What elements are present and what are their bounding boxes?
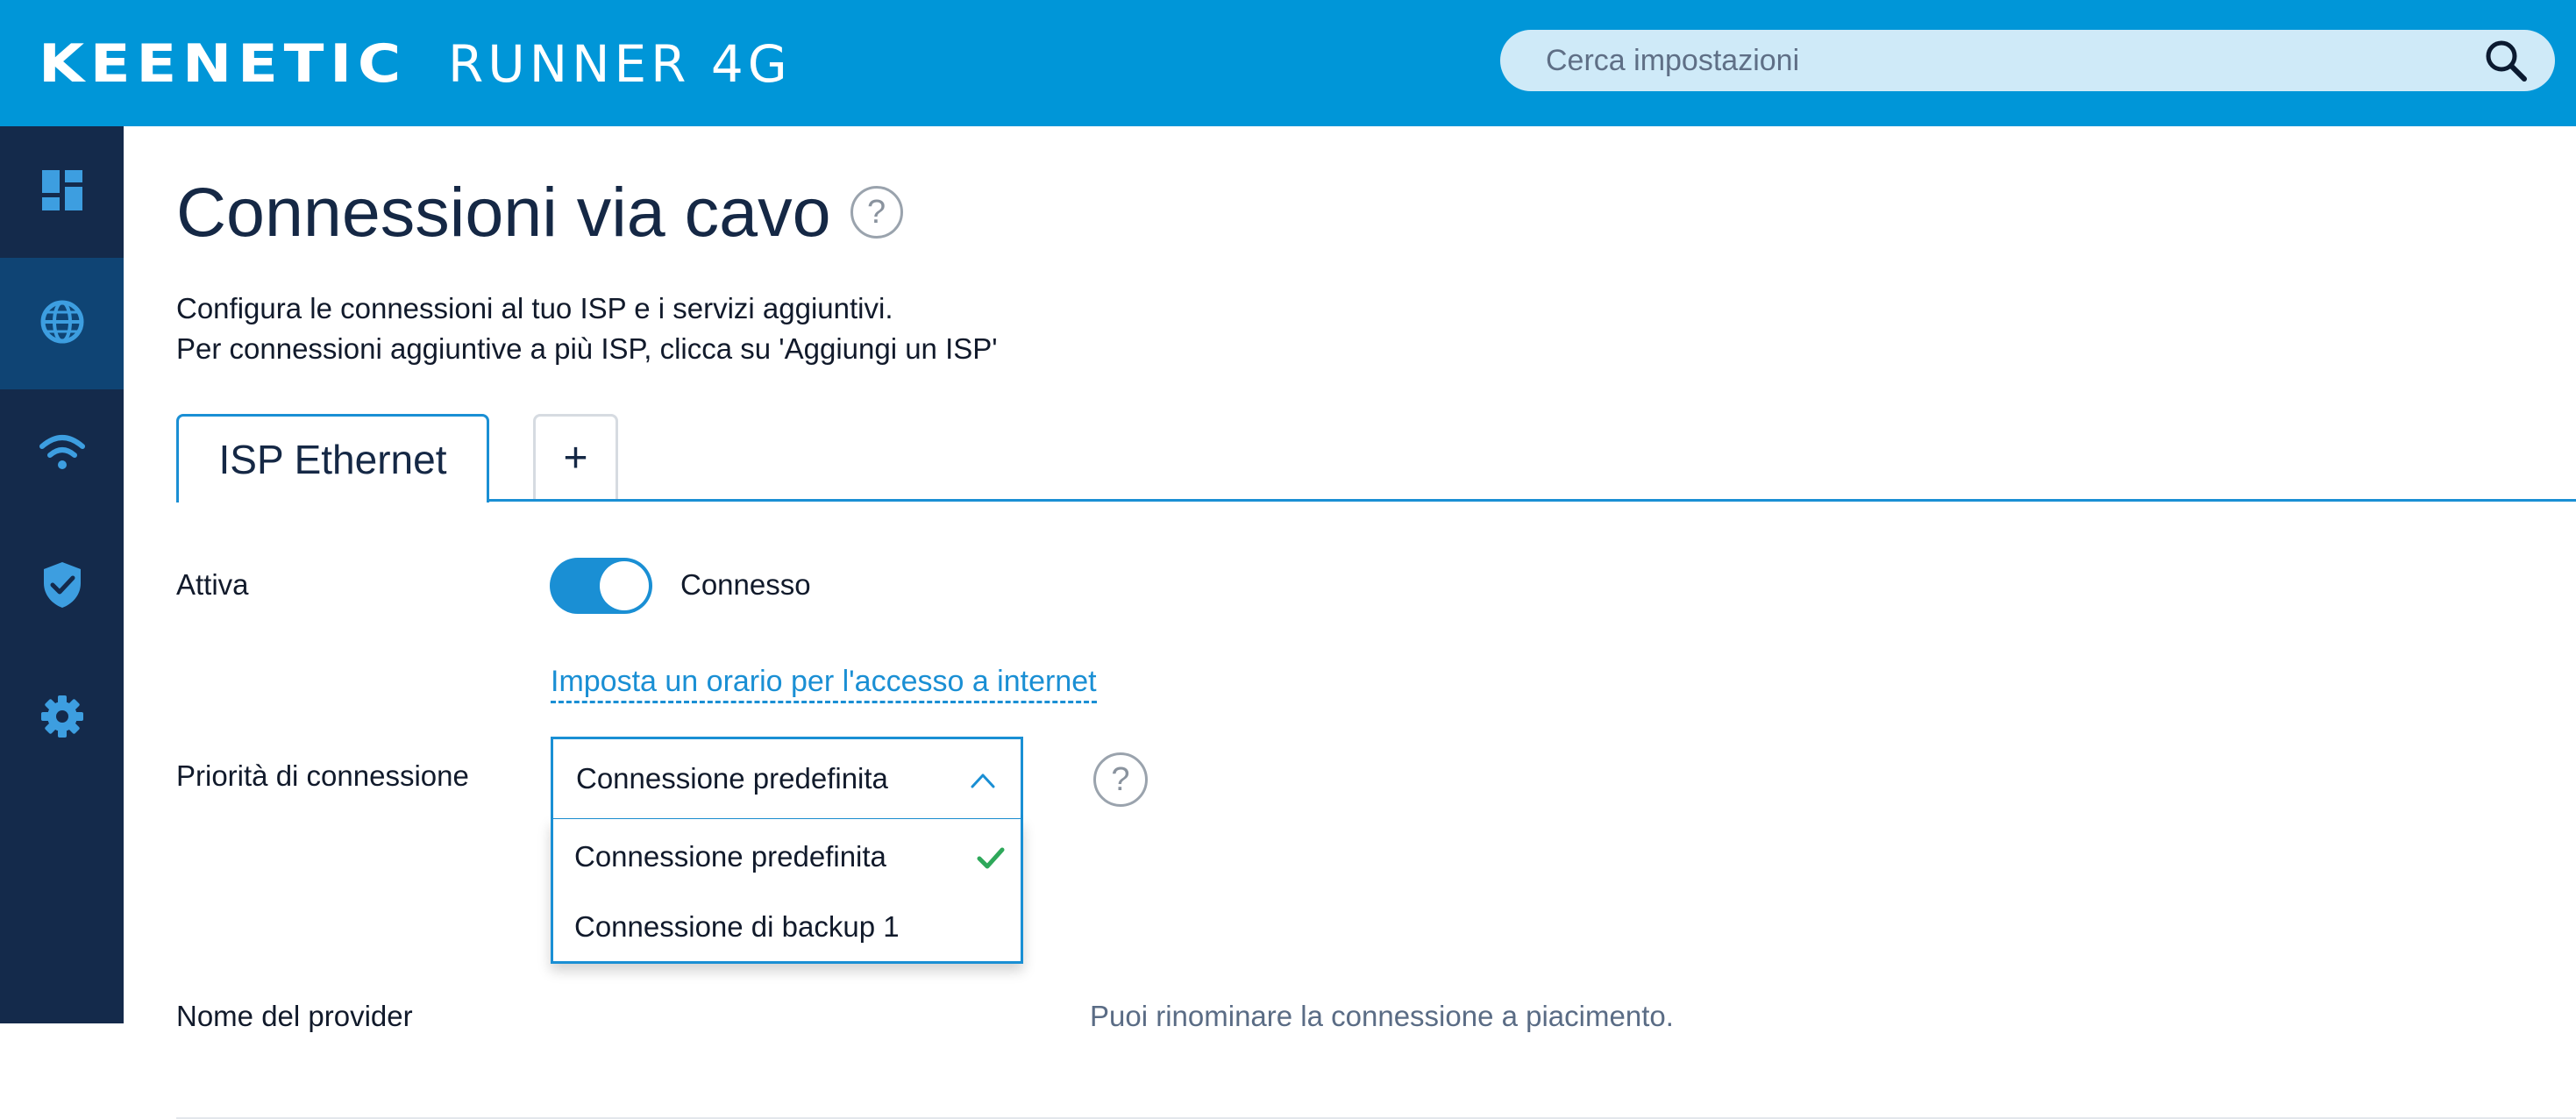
page-header: Connessioni via cavo ? bbox=[176, 172, 903, 253]
active-toggle[interactable] bbox=[550, 558, 652, 614]
gear-icon bbox=[39, 694, 85, 744]
shield-icon bbox=[41, 560, 83, 614]
brand-logo: KEENETIC bbox=[39, 33, 407, 95]
provider-hint: Puoi rinominare la connessione a piacime… bbox=[1090, 1000, 1674, 1032]
dropdown-option-default[interactable]: Connessione predefinita bbox=[553, 823, 1021, 891]
option-label: Connessione di backup 1 bbox=[574, 910, 900, 943]
priority-help-icon[interactable]: ? bbox=[1093, 752, 1148, 807]
dashboard-icon bbox=[40, 168, 84, 217]
description-line-1: Configura le connessioni al tuo ISP e i … bbox=[176, 292, 893, 324]
priority-label: Priorità di connessione bbox=[176, 759, 469, 792]
provider-label: Nome del provider bbox=[176, 1000, 413, 1032]
priority-dropdown: Connessione predefinita Connessione di b… bbox=[551, 819, 1023, 964]
brand-model: RUNNER 4G bbox=[447, 34, 792, 94]
sidebar-item-dashboard[interactable] bbox=[0, 126, 124, 258]
chevron-up-icon bbox=[968, 766, 998, 795]
globe-icon bbox=[39, 298, 86, 350]
sidebar-item-security[interactable] bbox=[0, 521, 124, 652]
connection-status: Connesso bbox=[680, 568, 811, 601]
sidebar-item-settings[interactable] bbox=[0, 652, 124, 784]
sidebar bbox=[0, 126, 124, 1023]
priority-select[interactable]: Connessione predefinita bbox=[551, 737, 1023, 821]
brand: KEENETIC RUNNER 4G bbox=[39, 33, 792, 95]
dropdown-option-backup-1[interactable]: Connessione di backup 1 bbox=[553, 893, 1021, 961]
page-title: Connessioni via cavo bbox=[176, 173, 831, 251]
wifi-icon bbox=[39, 434, 86, 477]
tab-isp-ethernet[interactable]: ISP Ethernet bbox=[176, 414, 489, 502]
top-bar: KEENETIC RUNNER 4G bbox=[0, 0, 2576, 126]
main-content: Connessioni via cavo ? Configura le conn… bbox=[124, 126, 2576, 1119]
search-input[interactable] bbox=[1500, 30, 2480, 91]
option-label: Connessione predefinita bbox=[574, 840, 886, 873]
sidebar-item-wifi[interactable] bbox=[0, 389, 124, 521]
priority-selected-value: Connessione predefinita bbox=[576, 762, 888, 795]
search-icon[interactable] bbox=[2480, 34, 2532, 87]
help-icon[interactable]: ? bbox=[850, 186, 903, 239]
tabs-divider bbox=[176, 499, 2576, 502]
toggle-knob bbox=[600, 561, 649, 610]
check-icon bbox=[975, 842, 1007, 873]
description-line-2: Per connessioni aggiuntive a più ISP, cl… bbox=[176, 332, 998, 365]
schedule-link[interactable]: Imposta un orario per l'accesso a intern… bbox=[551, 665, 1097, 703]
search-box bbox=[1500, 30, 2555, 91]
sidebar-item-internet[interactable] bbox=[0, 258, 124, 389]
tab-add-isp[interactable]: + bbox=[533, 414, 618, 499]
active-label: Attiva bbox=[176, 568, 249, 601]
page-description: Configura le connessioni al tuo ISP e i … bbox=[176, 289, 998, 369]
